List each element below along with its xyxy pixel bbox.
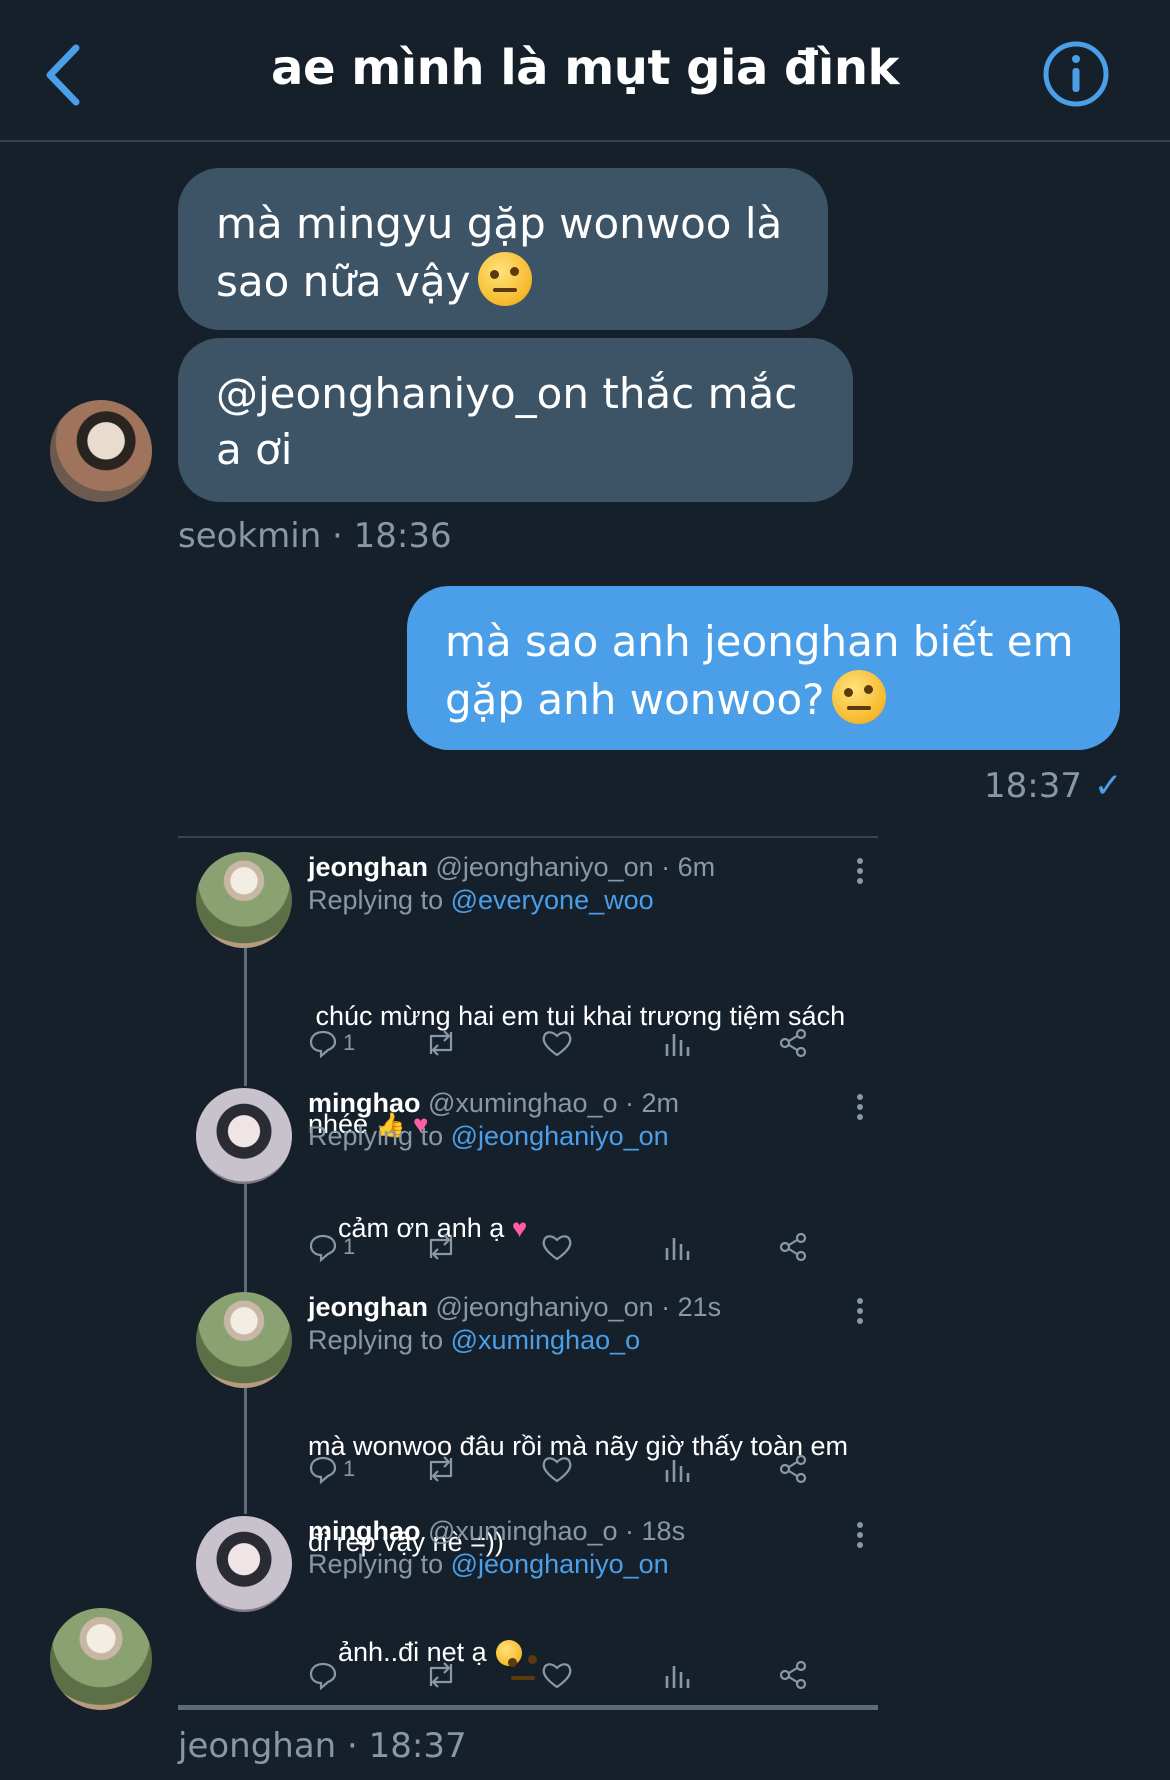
reply-action[interactable] [308,1658,343,1692]
retweet-icon[interactable] [423,1026,459,1060]
raised-eyebrow-emoji-icon [832,670,887,724]
like-icon[interactable] [541,1026,573,1060]
share-icon[interactable] [778,1658,808,1692]
more-options-icon[interactable] [856,1094,864,1120]
outgoing-message[interactable]: mà sao anh jeonghan biết em gặp anh wonw… [407,586,1120,750]
reply-icon [309,1234,337,1262]
reply-icon [309,1662,337,1690]
replying-to-label: Replying to [308,885,444,915]
retweet-icon[interactable] [423,1658,459,1692]
share-icon[interactable] [778,1452,808,1486]
more-options-icon[interactable] [856,1298,864,1324]
like-icon[interactable] [541,1230,573,1264]
tweet-author: minghao @xuminghao_o · 2m [308,1088,679,1119]
more-options-icon[interactable] [856,1522,864,1548]
share-icon[interactable] [778,1026,808,1060]
thread-tweet[interactable]: minghao @xuminghao_o · 18s Replying to @… [196,1516,876,1696]
tweet-author: minghao @xuminghao_o · 18s [308,1516,685,1547]
like-icon[interactable] [541,1452,573,1486]
incoming-message[interactable]: mà mingyu gặp wonwoo là sao nữa vậy [178,168,828,330]
message-time: 18:37 ✓ [984,766,1122,806]
author-name[interactable]: jeonghan [308,852,428,882]
more-options-icon[interactable] [856,858,864,884]
reply-mention-link[interactable]: @jeonghaniyo_on [451,1121,669,1151]
raised-eyebrow-emoji-icon [478,252,533,306]
message-text: gặp anh wonwoo? [445,675,825,724]
like-icon[interactable] [541,1658,573,1692]
replying-to-label: Replying to [308,1325,444,1355]
reply-icon [309,1456,337,1484]
analytics-icon[interactable] [663,1658,691,1692]
avatar-jeonghan[interactable] [196,852,292,948]
tweet-actions: 1 [308,1230,808,1264]
conversation-header: ae mình là mụt gia đìnk [0,0,1170,142]
thread-tweet[interactable]: jeonghan @jeonghaniyo_on · 21s Replying … [196,1292,876,1557]
tweet-actions [308,1658,808,1692]
incoming-message[interactable]: @jeonghaniyo_on thắc mắc a ơi [178,338,853,502]
reply-count: 1 [343,1456,356,1481]
analytics-icon[interactable] [663,1230,691,1264]
retweet-icon[interactable] [423,1230,459,1264]
avatar-jeonghan[interactable] [196,1292,292,1388]
replying-to-label: Replying to [308,1549,444,1579]
reply-mention-link[interactable]: @xuminghao_o [451,1325,641,1355]
avatar-seokmin[interactable] [50,400,152,502]
replying-to: Replying to @jeonghaniyo_on [308,1121,669,1152]
analytics-icon[interactable] [663,1452,691,1486]
author-name[interactable]: minghao [308,1088,421,1118]
tweet-actions: 1 [308,1026,808,1060]
avatar-jeonghan-sender[interactable] [50,1608,152,1710]
reply-mention-link[interactable]: @jeonghaniyo_on [451,1549,669,1579]
thread-tweet[interactable]: minghao @xuminghao_o · 2m Replying to @j… [196,1088,876,1268]
tweet-text: cảm ơn anh ạ ♥ [308,1174,868,1282]
tweet-author: jeonghan @jeonghaniyo_on · 6m [308,852,715,883]
author-handle-time: @jeonghaniyo_on · 6m [435,852,716,882]
reply-mention-link[interactable]: @everyone_woo [451,885,654,915]
message-time-text: 18:37 [984,766,1082,806]
tweet-author: jeonghan @jeonghaniyo_on · 21s [308,1292,721,1323]
author-handle-time: @jeonghaniyo_on · 21s [435,1292,722,1322]
replying-to: Replying to @jeonghaniyo_on [308,1549,669,1580]
avatar-minghao[interactable] [196,1088,292,1184]
conversation-title: ae mình là mụt gia đìnk [271,40,899,96]
replying-to: Replying to @everyone_woo [308,885,654,916]
replying-to: Replying to @xuminghao_o [308,1325,640,1356]
reply-count: 1 [343,1234,356,1259]
retweet-icon[interactable] [423,1452,459,1486]
author-handle-time: @xuminghao_o · 18s [428,1516,686,1546]
message-text: a ơi [216,425,293,474]
share-icon[interactable] [778,1230,808,1264]
sent-check-icon: ✓ [1093,766,1123,806]
message-meta: jeonghan · 18:37 [178,1726,467,1766]
info-icon[interactable] [1042,40,1110,108]
reply-count: 1 [343,1030,356,1055]
author-name[interactable]: jeonghan [308,1292,428,1322]
thread-tweet[interactable]: jeonghan @jeonghaniyo_on · 6m Replying t… [196,852,876,1139]
reply-action[interactable]: 1 [308,1452,355,1486]
avatar-minghao[interactable] [196,1516,292,1612]
message-meta: seokmin · 18:36 [178,516,452,556]
reply-action[interactable]: 1 [308,1026,355,1060]
reply-icon [309,1030,337,1058]
message-text: mà sao anh jeonghan biết em [445,617,1074,666]
author-name[interactable]: minghao [308,1516,421,1546]
analytics-icon[interactable] [663,1026,691,1060]
author-handle-time: @xuminghao_o · 2m [428,1088,680,1118]
tweet-actions: 1 [308,1452,808,1486]
reply-action[interactable]: 1 [308,1230,355,1264]
replying-to-label: Replying to [308,1121,444,1151]
message-text: @jeonghaniyo_on thắc mắc [216,369,798,418]
